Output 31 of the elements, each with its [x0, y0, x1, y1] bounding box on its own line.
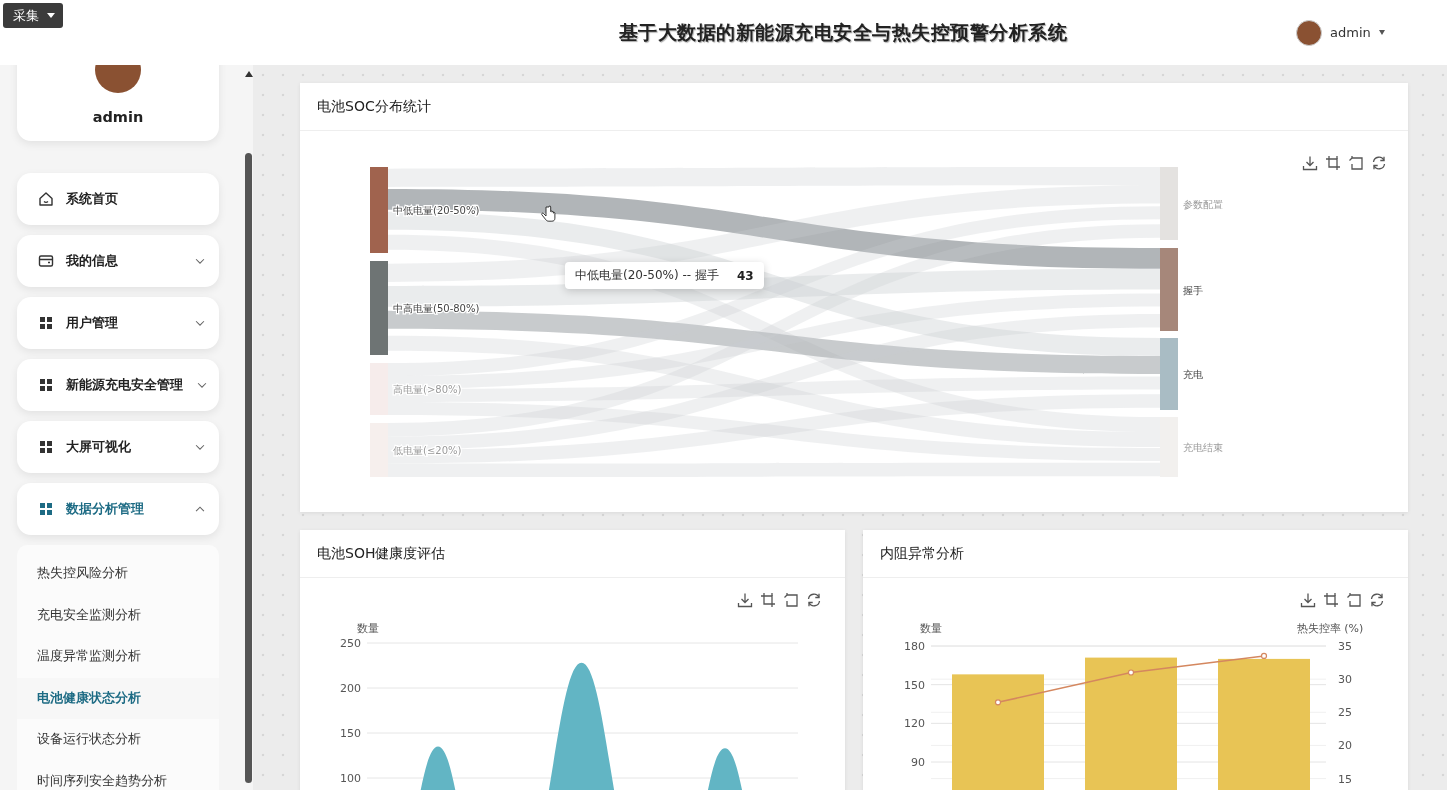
node-label: 握手 [1183, 284, 1203, 296]
tooltip-value: 43 [736, 268, 754, 283]
card-title: 内阻异常分析 [863, 530, 1408, 578]
axis-tick-label: 90 [911, 756, 925, 769]
node-label: 参数配置 [1183, 198, 1223, 210]
axis-tick-label: 180 [904, 640, 925, 653]
axis-tick-label: 25 [1338, 706, 1352, 720]
axis-tick-label: 150 [904, 678, 925, 692]
card-title: 电池SOH健康度评估 [300, 530, 845, 578]
axis-tick-label: 20 [1338, 739, 1352, 753]
axis-tick-label: 250 [340, 637, 361, 650]
axis-tick-label: 150 [340, 727, 361, 740]
axis-tick-label: 200 [340, 682, 361, 695]
axis-tick-label: 35 [1338, 640, 1352, 653]
node-label: 充电 [1183, 369, 1203, 380]
axis-tick-label: 15 [1338, 772, 1352, 786]
axis-tick-label: 30 [1338, 673, 1352, 687]
node-label: 高电量(>80%) [393, 384, 462, 395]
axis-title: 热失控率 (%) [1296, 622, 1364, 635]
node-label: 低电量(≤20%) [393, 445, 462, 456]
node-label: 中低电量(20-50%) [393, 205, 480, 216]
node-label: 充电结束 [1183, 442, 1223, 453]
page-title: 基于大数据的新能源充电安全与热失控预警分析系统 [617, 19, 1069, 45]
card-title: 电池SOC分布统计 [300, 83, 1408, 131]
node-label: 中高电量(50-80%) [393, 303, 480, 314]
tooltip-label: 中低电量(20-50%) -- 握手 [575, 267, 719, 284]
axis-tick-label: 120 [904, 717, 925, 731]
axis-title: 数量 [920, 622, 942, 635]
profile-name: admin [92, 109, 144, 125]
axis-title: 数量 [357, 622, 379, 635]
axis-tick-label: 100 [340, 772, 361, 785]
